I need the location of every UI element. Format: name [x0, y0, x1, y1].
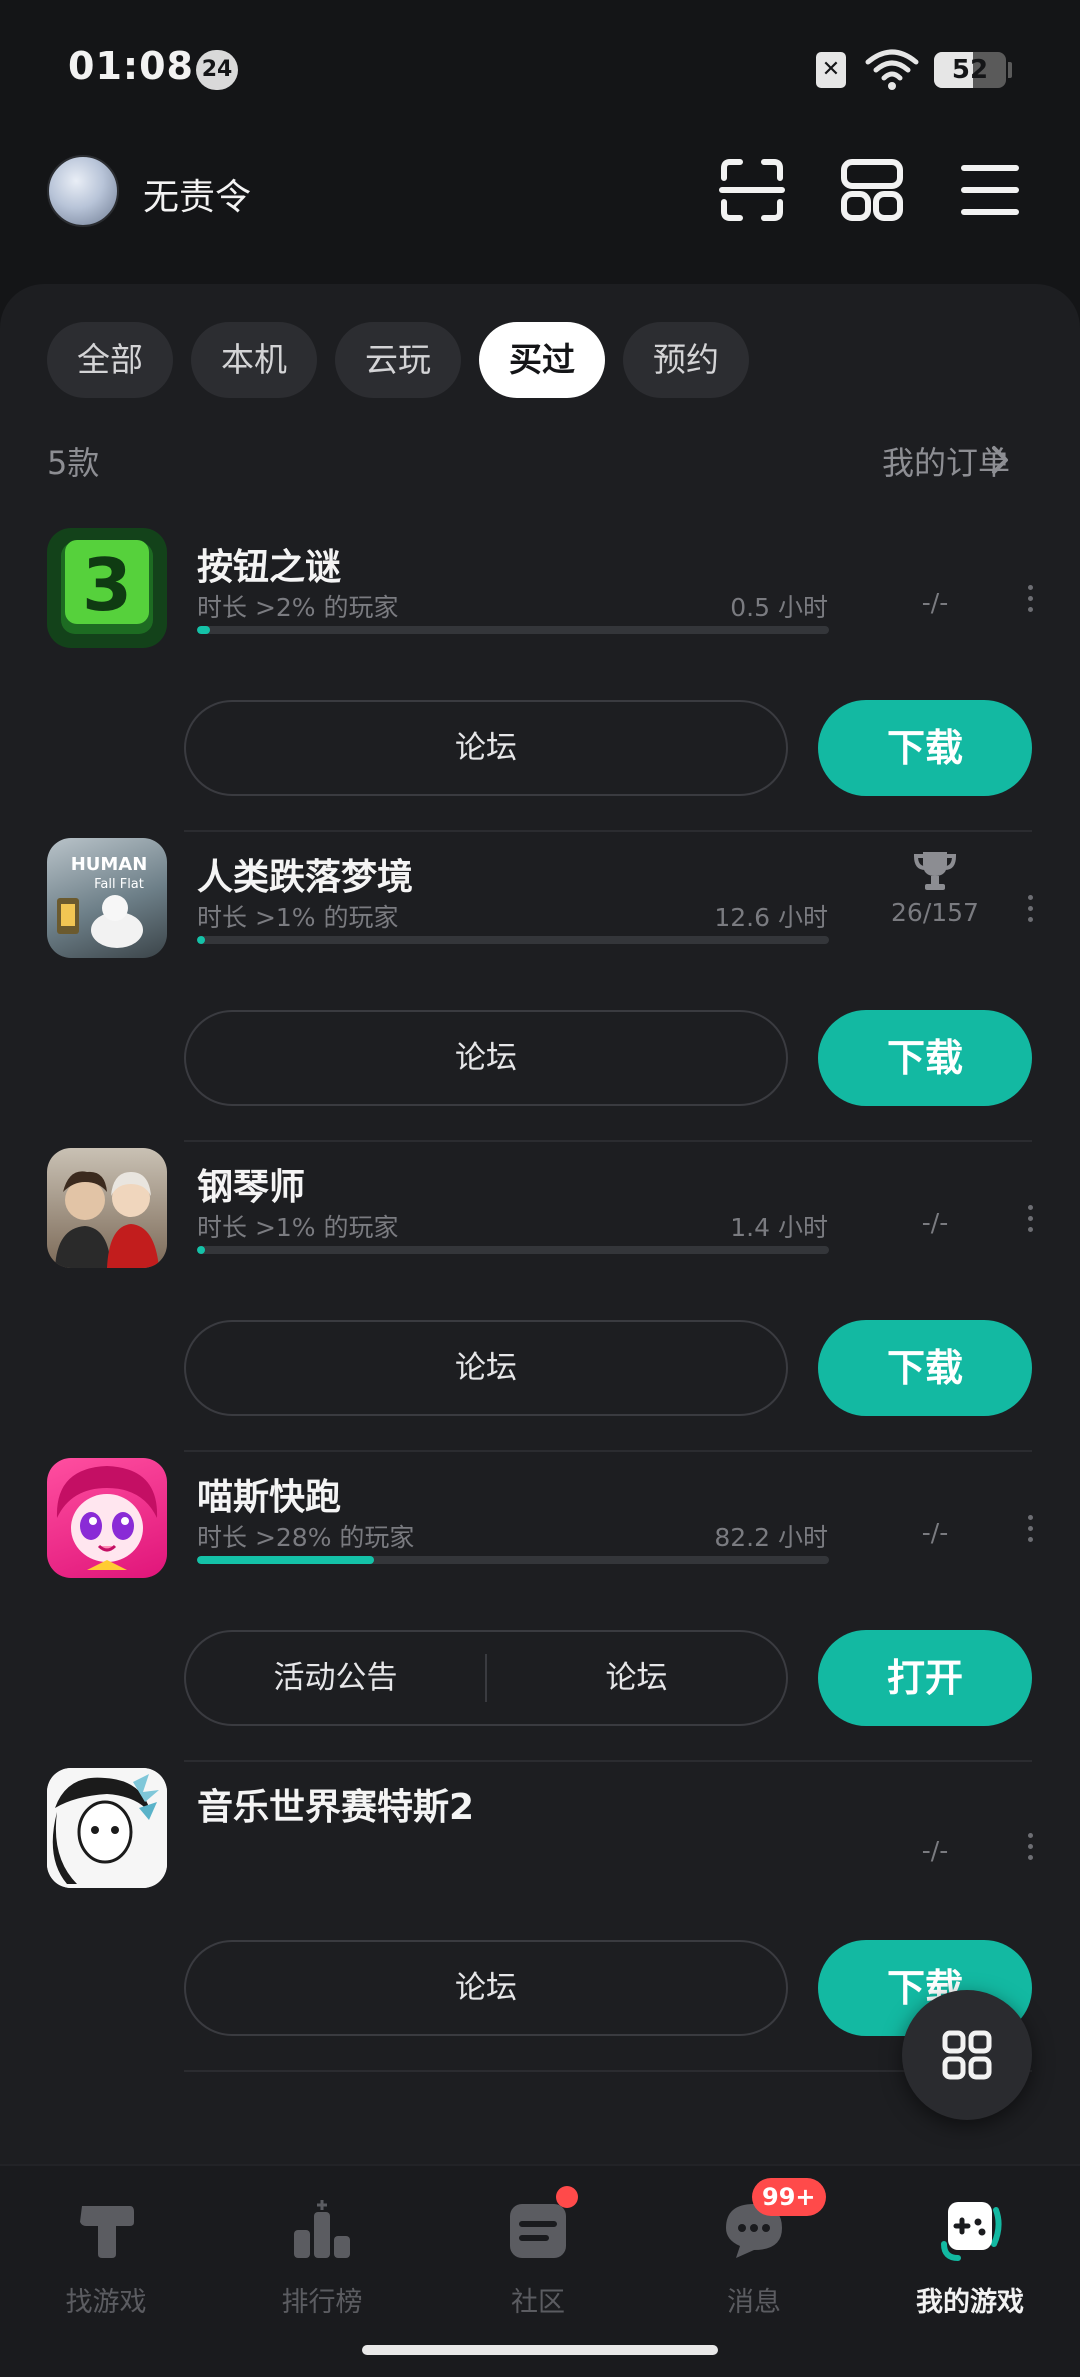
- achievements: -/-: [921, 1208, 949, 1237]
- playtime-hours: 12.6 小时: [714, 903, 828, 932]
- game-item: 3 按钮之谜 时长 >2% 的玩家 0.5 小时 -/- 论坛 下载: [0, 528, 1080, 838]
- nav-ranking[interactable]: 排行榜: [232, 2196, 412, 2319]
- menu-icon[interactable]: [956, 156, 1024, 224]
- nav-find-game[interactable]: 找游戏: [16, 2196, 196, 2319]
- game-icon-pianist[interactable]: [47, 1148, 167, 1268]
- tab-purchased[interactable]: 买过: [479, 322, 605, 398]
- game-title[interactable]: 按钮之谜: [197, 538, 341, 590]
- nav-label: 找游戏: [65, 2287, 147, 2318]
- achievements: -/-: [921, 588, 949, 617]
- nav-my-games[interactable]: 我的游戏: [880, 2196, 1060, 2319]
- game-count: 5款: [47, 444, 100, 482]
- playtime-hours: 82.2 小时: [714, 1523, 828, 1552]
- community-notification-dot: [556, 2186, 578, 2208]
- find-game-icon: [80, 2206, 134, 2258]
- username[interactable]: 无责令: [143, 168, 251, 220]
- game-icon-button-puzzle[interactable]: 3: [47, 528, 167, 648]
- playtime-progress: [197, 626, 829, 634]
- playtime-hours: 1.4 小时: [730, 1213, 828, 1242]
- more-options-icon[interactable]: [1024, 582, 1036, 622]
- message-count-badge: 99+: [752, 2178, 826, 2216]
- more-options-icon[interactable]: [1024, 1512, 1036, 1552]
- no-sim-icon: ✕: [816, 52, 846, 88]
- svg-text:3: 3: [82, 543, 132, 627]
- scan-icon[interactable]: [718, 156, 786, 224]
- battery-level: 52: [951, 55, 989, 85]
- playtime-progress: [197, 1246, 829, 1254]
- divider: [184, 1450, 1032, 1452]
- tab-cloud[interactable]: 云玩: [335, 322, 461, 398]
- ranking-icon: [294, 2200, 350, 2258]
- nav-label: 社区: [511, 2287, 565, 2318]
- game-title[interactable]: 钢琴师: [197, 1158, 305, 1210]
- open-button[interactable]: 打开: [818, 1630, 1032, 1726]
- forum-button[interactable]: 论坛: [184, 1010, 788, 1106]
- nav-community[interactable]: 社区: [448, 2196, 628, 2319]
- playtime-percentile: 时长 >1% 的玩家: [197, 1213, 399, 1242]
- game-item: 喵斯快跑 时长 >28% 的玩家 82.2 小时 -/- 活动公告 论坛 打开: [0, 1458, 1080, 1768]
- forum-button[interactable]: 论坛: [487, 1632, 786, 1724]
- announcement-button[interactable]: 活动公告: [186, 1632, 485, 1724]
- divider: [184, 830, 1032, 832]
- battery-tip: [1008, 62, 1012, 78]
- tab-all[interactable]: 全部: [47, 322, 173, 398]
- svg-text:Fall Flat: Fall Flat: [94, 877, 144, 892]
- svg-text:HUMAN: HUMAN: [71, 854, 148, 875]
- grid-icon: [942, 2030, 992, 2080]
- playtime-percentile: 时长 >28% 的玩家: [197, 1523, 415, 1552]
- notification-count-badge: 24: [196, 50, 238, 90]
- forum-button[interactable]: 论坛: [184, 1320, 788, 1416]
- battery-icon: 52: [934, 52, 1006, 88]
- nav-label: 我的游戏: [916, 2287, 1024, 2318]
- tab-reserved[interactable]: 预约: [623, 322, 749, 398]
- tab-local[interactable]: 本机: [191, 322, 317, 398]
- download-button[interactable]: 下载: [818, 700, 1032, 796]
- divider: [184, 1140, 1032, 1142]
- game-title[interactable]: 音乐世界赛特斯2: [197, 1778, 474, 1830]
- game-icon-human-fall-flat[interactable]: HUMAN Fall Flat: [47, 838, 167, 958]
- home-indicator[interactable]: [362, 2345, 718, 2355]
- chevron-right-icon[interactable]: [990, 444, 1010, 476]
- divider: [184, 1760, 1032, 1762]
- grid-icon[interactable]: [838, 156, 906, 224]
- playtime-hours: 0.5 小时: [730, 593, 828, 622]
- status-bar: 01:08 24 ✕ 52: [0, 0, 1080, 140]
- my-games-icon: [941, 2202, 1002, 2261]
- trophy-icon: [913, 852, 957, 890]
- avatar[interactable]: [47, 155, 119, 227]
- forum-button[interactable]: 论坛: [184, 1940, 788, 2036]
- floating-grid-button[interactable]: [902, 1990, 1032, 2120]
- game-title[interactable]: 喵斯快跑: [197, 1468, 341, 1520]
- status-time: 01:08: [68, 44, 194, 88]
- game-icon-cytus-2[interactable]: [47, 1768, 167, 1888]
- achievements: -/-: [921, 1518, 949, 1547]
- game-title[interactable]: 人类跌落梦境: [197, 848, 413, 900]
- game-item: 钢琴师 时长 >1% 的玩家 1.4 小时 -/- 论坛 下载: [0, 1148, 1080, 1458]
- achievements: 26/157: [891, 898, 979, 927]
- filter-tabs: 全部 本机 云玩 买过 预约: [47, 322, 749, 398]
- playtime-percentile: 时长 >2% 的玩家: [197, 593, 399, 622]
- playtime-progress: [197, 1556, 829, 1564]
- more-options-icon[interactable]: [1024, 1202, 1036, 1242]
- playtime-percentile: 时长 >1% 的玩家: [197, 903, 399, 932]
- game-icon-muse-dash[interactable]: [47, 1458, 167, 1578]
- achievements: -/-: [921, 1836, 949, 1865]
- download-button[interactable]: 下载: [818, 1320, 1032, 1416]
- nav-label: 排行榜: [281, 2287, 363, 2318]
- nav-label: 消息: [727, 2287, 781, 2318]
- playtime-progress: [197, 936, 829, 944]
- game-item: HUMAN Fall Flat 人类跌落梦境 时长 >1% 的玩家 12.6 小…: [0, 838, 1080, 1148]
- forum-button[interactable]: 论坛: [184, 700, 788, 796]
- wifi-icon: [865, 49, 919, 90]
- download-button[interactable]: 下载: [818, 1010, 1032, 1106]
- secondary-buttons: 活动公告 论坛: [184, 1630, 788, 1726]
- more-options-icon[interactable]: [1024, 1830, 1036, 1870]
- nav-messages[interactable]: 消息: [664, 2196, 844, 2319]
- more-options-icon[interactable]: [1024, 892, 1036, 932]
